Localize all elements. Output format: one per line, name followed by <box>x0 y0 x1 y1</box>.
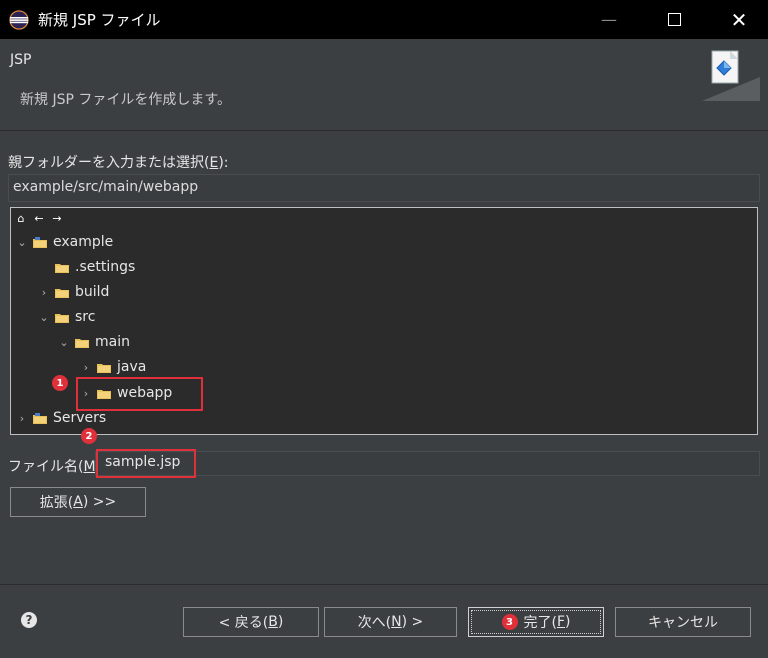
project-folder-icon <box>33 236 47 248</box>
file-name-highlight-box <box>96 449 196 478</box>
project-folder-icon <box>33 412 47 424</box>
close-button[interactable]: ✕ <box>710 0 768 39</box>
chevron-right-icon[interactable]: › <box>15 412 29 425</box>
annotation-badge-2: 2 <box>81 428 97 444</box>
cancel-button[interactable]: キャンセル <box>615 607 751 637</box>
close-icon: ✕ <box>730 7 748 32</box>
annotation-badge-1: 1 <box>52 375 68 391</box>
parent-folder-label: 親フォルダーを入力または選択(E): <box>8 155 229 171</box>
chevron-right-icon[interactable]: › <box>79 361 93 374</box>
footer-separator <box>0 584 768 585</box>
minimize-button[interactable]: — <box>580 0 638 39</box>
banner-title: JSP <box>10 52 32 68</box>
chevron-down-icon[interactable]: ⌄ <box>15 236 29 249</box>
folder-tree[interactable]: ⌂ ← → ⌄ example .settings › build ⌄ src … <box>10 207 758 435</box>
tree-toolbar: ⌂ ← → <box>15 211 63 225</box>
back-button[interactable]: < 戻る(B) <box>183 607 319 637</box>
annotation-badge-3: 3 <box>501 614 518 630</box>
home-icon[interactable]: ⌂ <box>15 212 27 225</box>
tree-item-main[interactable]: ⌄ main <box>57 330 130 354</box>
folder-icon <box>75 338 89 348</box>
maximize-button[interactable] <box>645 0 703 39</box>
folder-icon <box>55 313 69 323</box>
forward-arrow-icon[interactable]: → <box>51 212 63 225</box>
parent-folder-input[interactable]: example/src/main/webapp <box>8 174 760 202</box>
file-name-label: ファイル名(M) <box>8 459 101 475</box>
chevron-right-icon[interactable]: › <box>37 286 51 299</box>
tree-item-settings[interactable]: .settings <box>37 255 135 279</box>
help-icon[interactable]: ? <box>21 612 37 628</box>
back-arrow-icon[interactable]: ← <box>33 212 45 225</box>
jsp-wizard-icon <box>702 50 760 101</box>
finish-button[interactable]: 3 完了(F) <box>468 607 604 637</box>
webapp-highlight-box <box>76 377 203 411</box>
tree-item-example[interactable]: ⌄ example <box>15 230 113 254</box>
next-button[interactable]: 次へ(N) > <box>324 607 457 637</box>
maximize-icon <box>667 13 681 26</box>
folder-icon <box>55 263 69 273</box>
banner-description: 新規 JSP ファイルを作成します。 <box>20 92 231 108</box>
folder-icon <box>97 363 111 373</box>
advanced-button[interactable]: 拡張(A) >> <box>10 487 146 517</box>
tree-item-build[interactable]: › build <box>37 280 110 304</box>
window-title: 新規 JSP ファイル <box>38 11 161 29</box>
tree-item-src[interactable]: ⌄ src <box>37 305 95 329</box>
wizard-banner: JSP 新規 JSP ファイルを作成します。 <box>0 39 768 131</box>
chevron-down-icon[interactable]: ⌄ <box>57 336 71 349</box>
eclipse-icon <box>9 9 29 30</box>
folder-icon <box>55 288 69 298</box>
chevron-down-icon[interactable]: ⌄ <box>37 311 51 324</box>
tree-item-java[interactable]: › java <box>79 355 147 379</box>
